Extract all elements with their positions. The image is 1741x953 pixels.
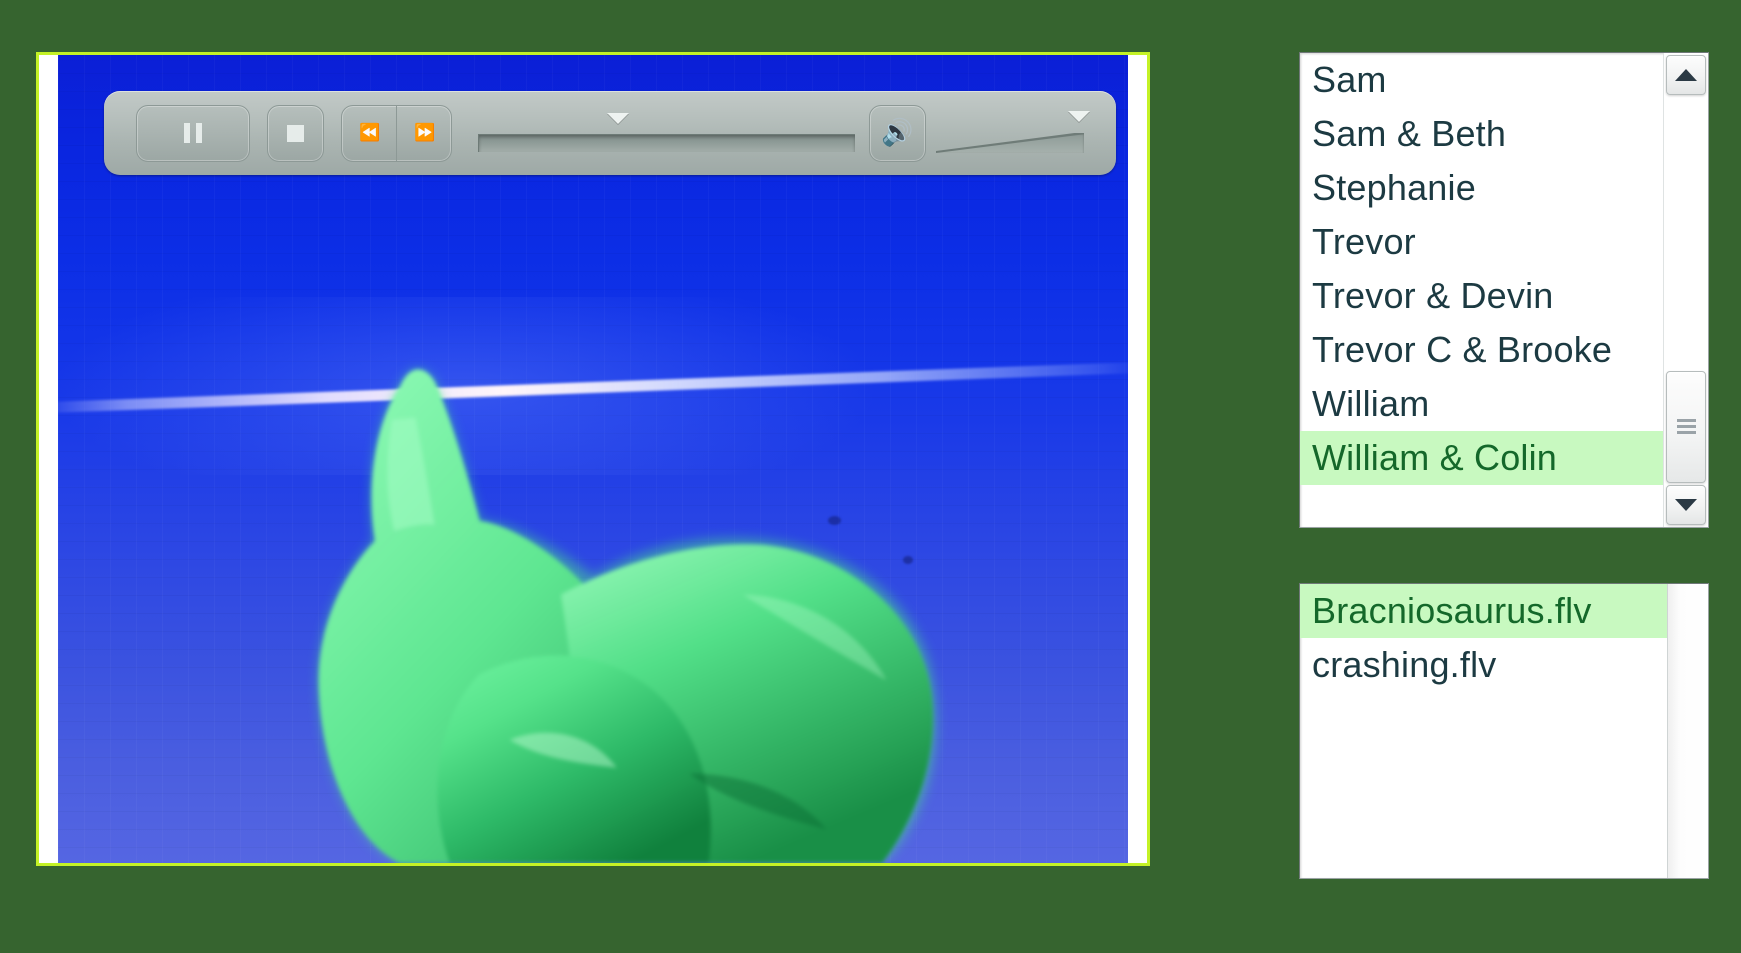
people-list-items: Sam Sam & Beth Stephanie Trevor Trevor &… [1300, 53, 1663, 527]
rewind-button[interactable]: ⏪ [342, 106, 396, 161]
scroll-up-button[interactable] [1666, 55, 1706, 95]
fast-forward-button[interactable]: ⏩ [396, 105, 451, 161]
volume-handle-icon[interactable] [1068, 111, 1090, 122]
fast-forward-icon: ⏩ [414, 123, 435, 143]
chevron-down-icon [1675, 499, 1697, 511]
rewind-icon: ⏪ [359, 123, 380, 143]
list-item-selected[interactable]: William & Colin [1300, 431, 1663, 485]
scrollbar-thumb[interactable] [1666, 371, 1706, 483]
stop-button[interactable] [267, 104, 324, 162]
video-player-panel: ⏪ ⏩ 🔊 [36, 52, 1150, 866]
list-item[interactable]: Sam [1300, 53, 1663, 107]
people-listbox[interactable]: Sam Sam & Beth Stephanie Trevor Trevor &… [1299, 52, 1709, 528]
video-scene [58, 55, 1128, 863]
list-item[interactable]: Stephanie [1300, 161, 1663, 215]
list-item[interactable]: Trevor [1300, 215, 1663, 269]
grip-icon [1676, 419, 1696, 435]
seek-button-group: ⏪ ⏩ [341, 104, 452, 162]
progress-track[interactable] [478, 134, 855, 152]
list-item[interactable]: crashing.flv [1300, 638, 1667, 692]
pause-icon [184, 123, 202, 143]
list-item-selected[interactable]: Bracniosaurus.flv [1300, 584, 1667, 638]
list-item[interactable]: William [1300, 377, 1663, 431]
pause-button[interactable] [136, 104, 250, 162]
chevron-up-icon [1675, 69, 1697, 81]
scroll-down-button[interactable] [1666, 485, 1706, 525]
stop-icon [287, 124, 304, 142]
volume-slider[interactable] [932, 103, 1092, 163]
files-list-scrollbar[interactable] [1667, 584, 1708, 878]
files-list-items: Bracniosaurus.flv crashing.flv [1300, 584, 1667, 878]
progress-slider[interactable] [478, 103, 855, 163]
list-item[interactable]: Sam & Beth [1300, 107, 1663, 161]
dinosaur-figure [240, 346, 946, 863]
list-item[interactable]: Trevor & Devin [1300, 269, 1663, 323]
files-listbox[interactable]: Bracniosaurus.flv crashing.flv [1299, 583, 1709, 879]
speaker-icon: 🔊 [881, 118, 914, 148]
progress-handle-icon[interactable] [607, 113, 629, 124]
people-list-scrollbar[interactable] [1663, 53, 1708, 527]
list-item[interactable]: Trevor C & Brooke [1300, 323, 1663, 377]
video-stage[interactable]: ⏪ ⏩ 🔊 [58, 55, 1128, 863]
mute-button[interactable]: 🔊 [869, 104, 926, 162]
player-control-bar: ⏪ ⏩ 🔊 [104, 91, 1116, 175]
